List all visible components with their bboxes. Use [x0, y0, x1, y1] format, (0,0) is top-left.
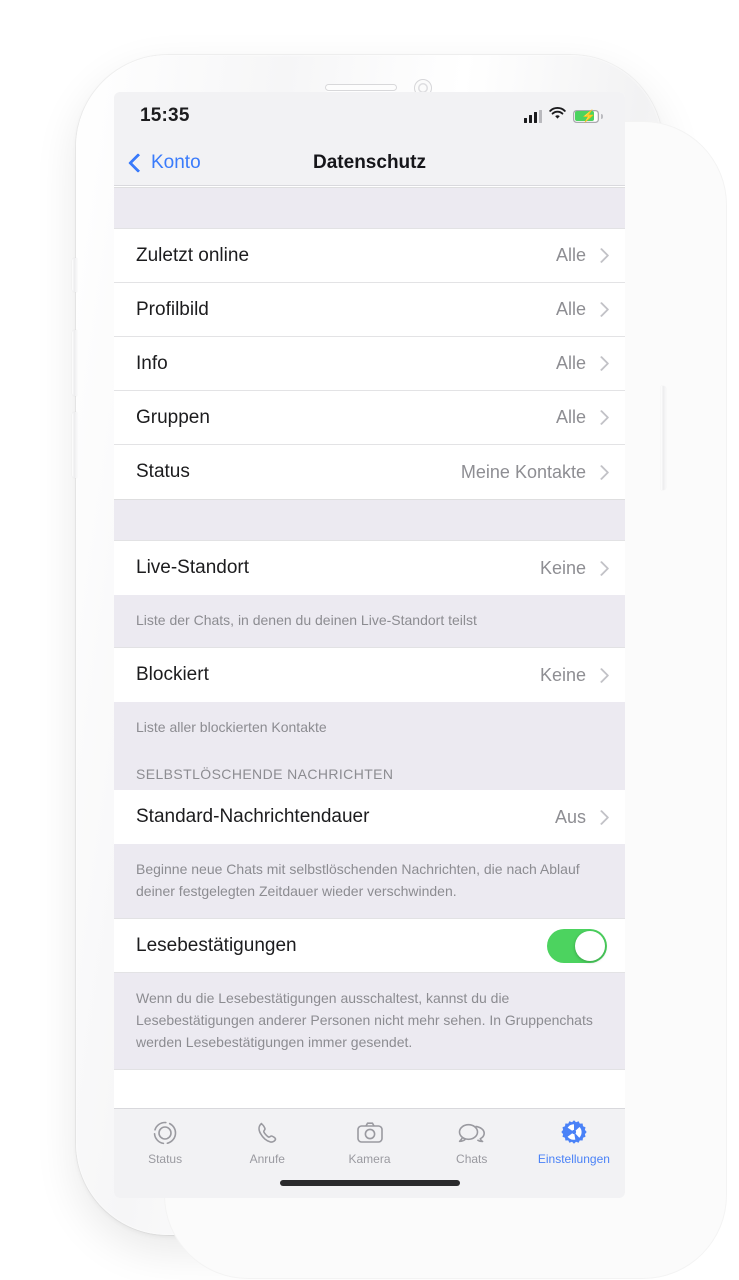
row-label: Info	[136, 352, 168, 374]
earpiece-speaker	[325, 84, 397, 91]
tab-label: Kamera	[348, 1152, 391, 1166]
row-label: Live-Standort	[136, 557, 250, 578]
row-info[interactable]: Info Alle	[114, 337, 625, 391]
lesebestaetigungen-toggle[interactable]	[547, 928, 607, 963]
row-value: Meine Kontakte	[460, 461, 586, 482]
row-status[interactable]: Status Meine Kontakte	[114, 445, 625, 499]
footer-text: Wenn du die Lesebestätigungen ausschalte…	[136, 990, 593, 1050]
row-gruppen[interactable]: Gruppen Alle	[114, 391, 625, 445]
phone-screen: 15:35 ⚡ Datenschutz Konto Zuletzt online…	[114, 92, 625, 1198]
wifi-icon	[549, 107, 566, 125]
status-icons: ⚡	[524, 107, 603, 125]
tab-label: Chats	[456, 1152, 488, 1166]
list-top-spacer	[114, 187, 625, 229]
section-spacer	[114, 499, 625, 541]
chevron-right-icon	[593, 355, 610, 372]
chevron-right-icon	[593, 247, 610, 264]
chevron-right-icon	[593, 464, 610, 480]
gear-icon	[560, 1118, 588, 1148]
row-label: Lesebestätigungen	[136, 934, 297, 956]
back-button[interactable]: Konto	[128, 151, 201, 174]
blockiert-footer: Liste aller blockierten Kontakte	[114, 702, 625, 744]
battery-charging-icon: ⚡	[573, 109, 603, 123]
lesebestaetigungen-footer: Wenn du die Lesebestätigungen ausschalte…	[114, 973, 625, 1070]
tab-status[interactable]: Status	[114, 1118, 216, 1166]
standard-nachrichtendauer-footer: Beginne neue Chats mit selbstlöschenden …	[114, 844, 625, 919]
row-live-standort[interactable]: Live-Standort Keine	[114, 541, 625, 595]
settings-list[interactable]: Zuletzt online Alle Profilbild Alle Info…	[114, 187, 625, 1108]
footer-text: Liste der Chats, in denen du deinen Live…	[136, 612, 477, 628]
row-value: Alle	[555, 407, 586, 427]
chevron-right-icon	[593, 667, 610, 683]
row-value: Alle	[555, 299, 586, 319]
chevron-right-icon	[593, 409, 610, 426]
tab-kamera[interactable]: Kamera	[318, 1118, 420, 1166]
status-ring-icon	[152, 1118, 178, 1148]
volume-down-button[interactable]	[72, 412, 77, 478]
chevron-right-icon	[593, 301, 610, 318]
live-standort-footer: Liste der Chats, in denen du deinen Live…	[114, 595, 625, 648]
row-value: Alle	[555, 353, 586, 373]
tab-label: Status	[148, 1152, 183, 1166]
navigation-bar: Datenschutz Konto	[114, 140, 625, 186]
chevron-right-icon	[593, 560, 610, 576]
tab-anrufe[interactable]: Anrufe	[216, 1118, 318, 1166]
tab-label: Einstellungen	[537, 1152, 610, 1166]
back-button-label: Konto	[151, 151, 201, 173]
row-profilbild[interactable]: Profilbild Alle	[114, 283, 625, 337]
tab-label: Anrufe	[249, 1152, 285, 1166]
power-button[interactable]	[661, 386, 666, 490]
silent-switch-button[interactable]	[72, 258, 77, 292]
row-value: Aus	[554, 806, 586, 827]
row-blockiert[interactable]: Blockiert Keine	[114, 648, 625, 702]
status-time: 15:35	[140, 105, 190, 126]
footer-text: Beginne neue Chats mit selbstlöschenden …	[136, 861, 580, 899]
section-header-selbstloeschende: SELBSTLÖSCHENDE NACHRICHTEN	[114, 744, 625, 790]
home-indicator[interactable]	[279, 1180, 460, 1186]
row-label: Zuletzt online	[136, 244, 250, 266]
row-label: Standard-Nachrichtendauer	[136, 806, 370, 827]
chat-bubbles-icon	[457, 1118, 487, 1148]
chevron-left-icon	[128, 152, 148, 173]
cellular-signal-icon	[524, 109, 542, 123]
phone-icon	[254, 1118, 280, 1148]
tab-einstellungen[interactable]: Einstellungen	[523, 1118, 625, 1166]
row-zuletzt-online[interactable]: Zuletzt online Alle	[114, 229, 625, 283]
row-label: Status	[136, 461, 190, 482]
row-value: Alle	[555, 245, 586, 265]
footer-text: Liste aller blockierten Kontakte	[136, 719, 327, 735]
row-lesebestaetigungen[interactable]: Lesebestätigungen	[114, 919, 625, 973]
tab-chats[interactable]: Chats	[421, 1118, 523, 1166]
volume-up-button[interactable]	[72, 330, 77, 396]
row-value: Keine	[539, 664, 586, 685]
row-standard-nachrichtendauer[interactable]: Standard-Nachrichtendauer Aus	[114, 790, 625, 844]
status-bar: 15:35 ⚡	[114, 92, 625, 140]
row-value: Keine	[539, 557, 586, 578]
row-label: Gruppen	[136, 406, 210, 428]
chevron-right-icon	[593, 809, 610, 825]
row-label: Profilbild	[136, 298, 209, 320]
camera-icon	[356, 1118, 384, 1148]
toggle-knob	[575, 930, 605, 961]
row-label: Blockiert	[136, 664, 209, 685]
